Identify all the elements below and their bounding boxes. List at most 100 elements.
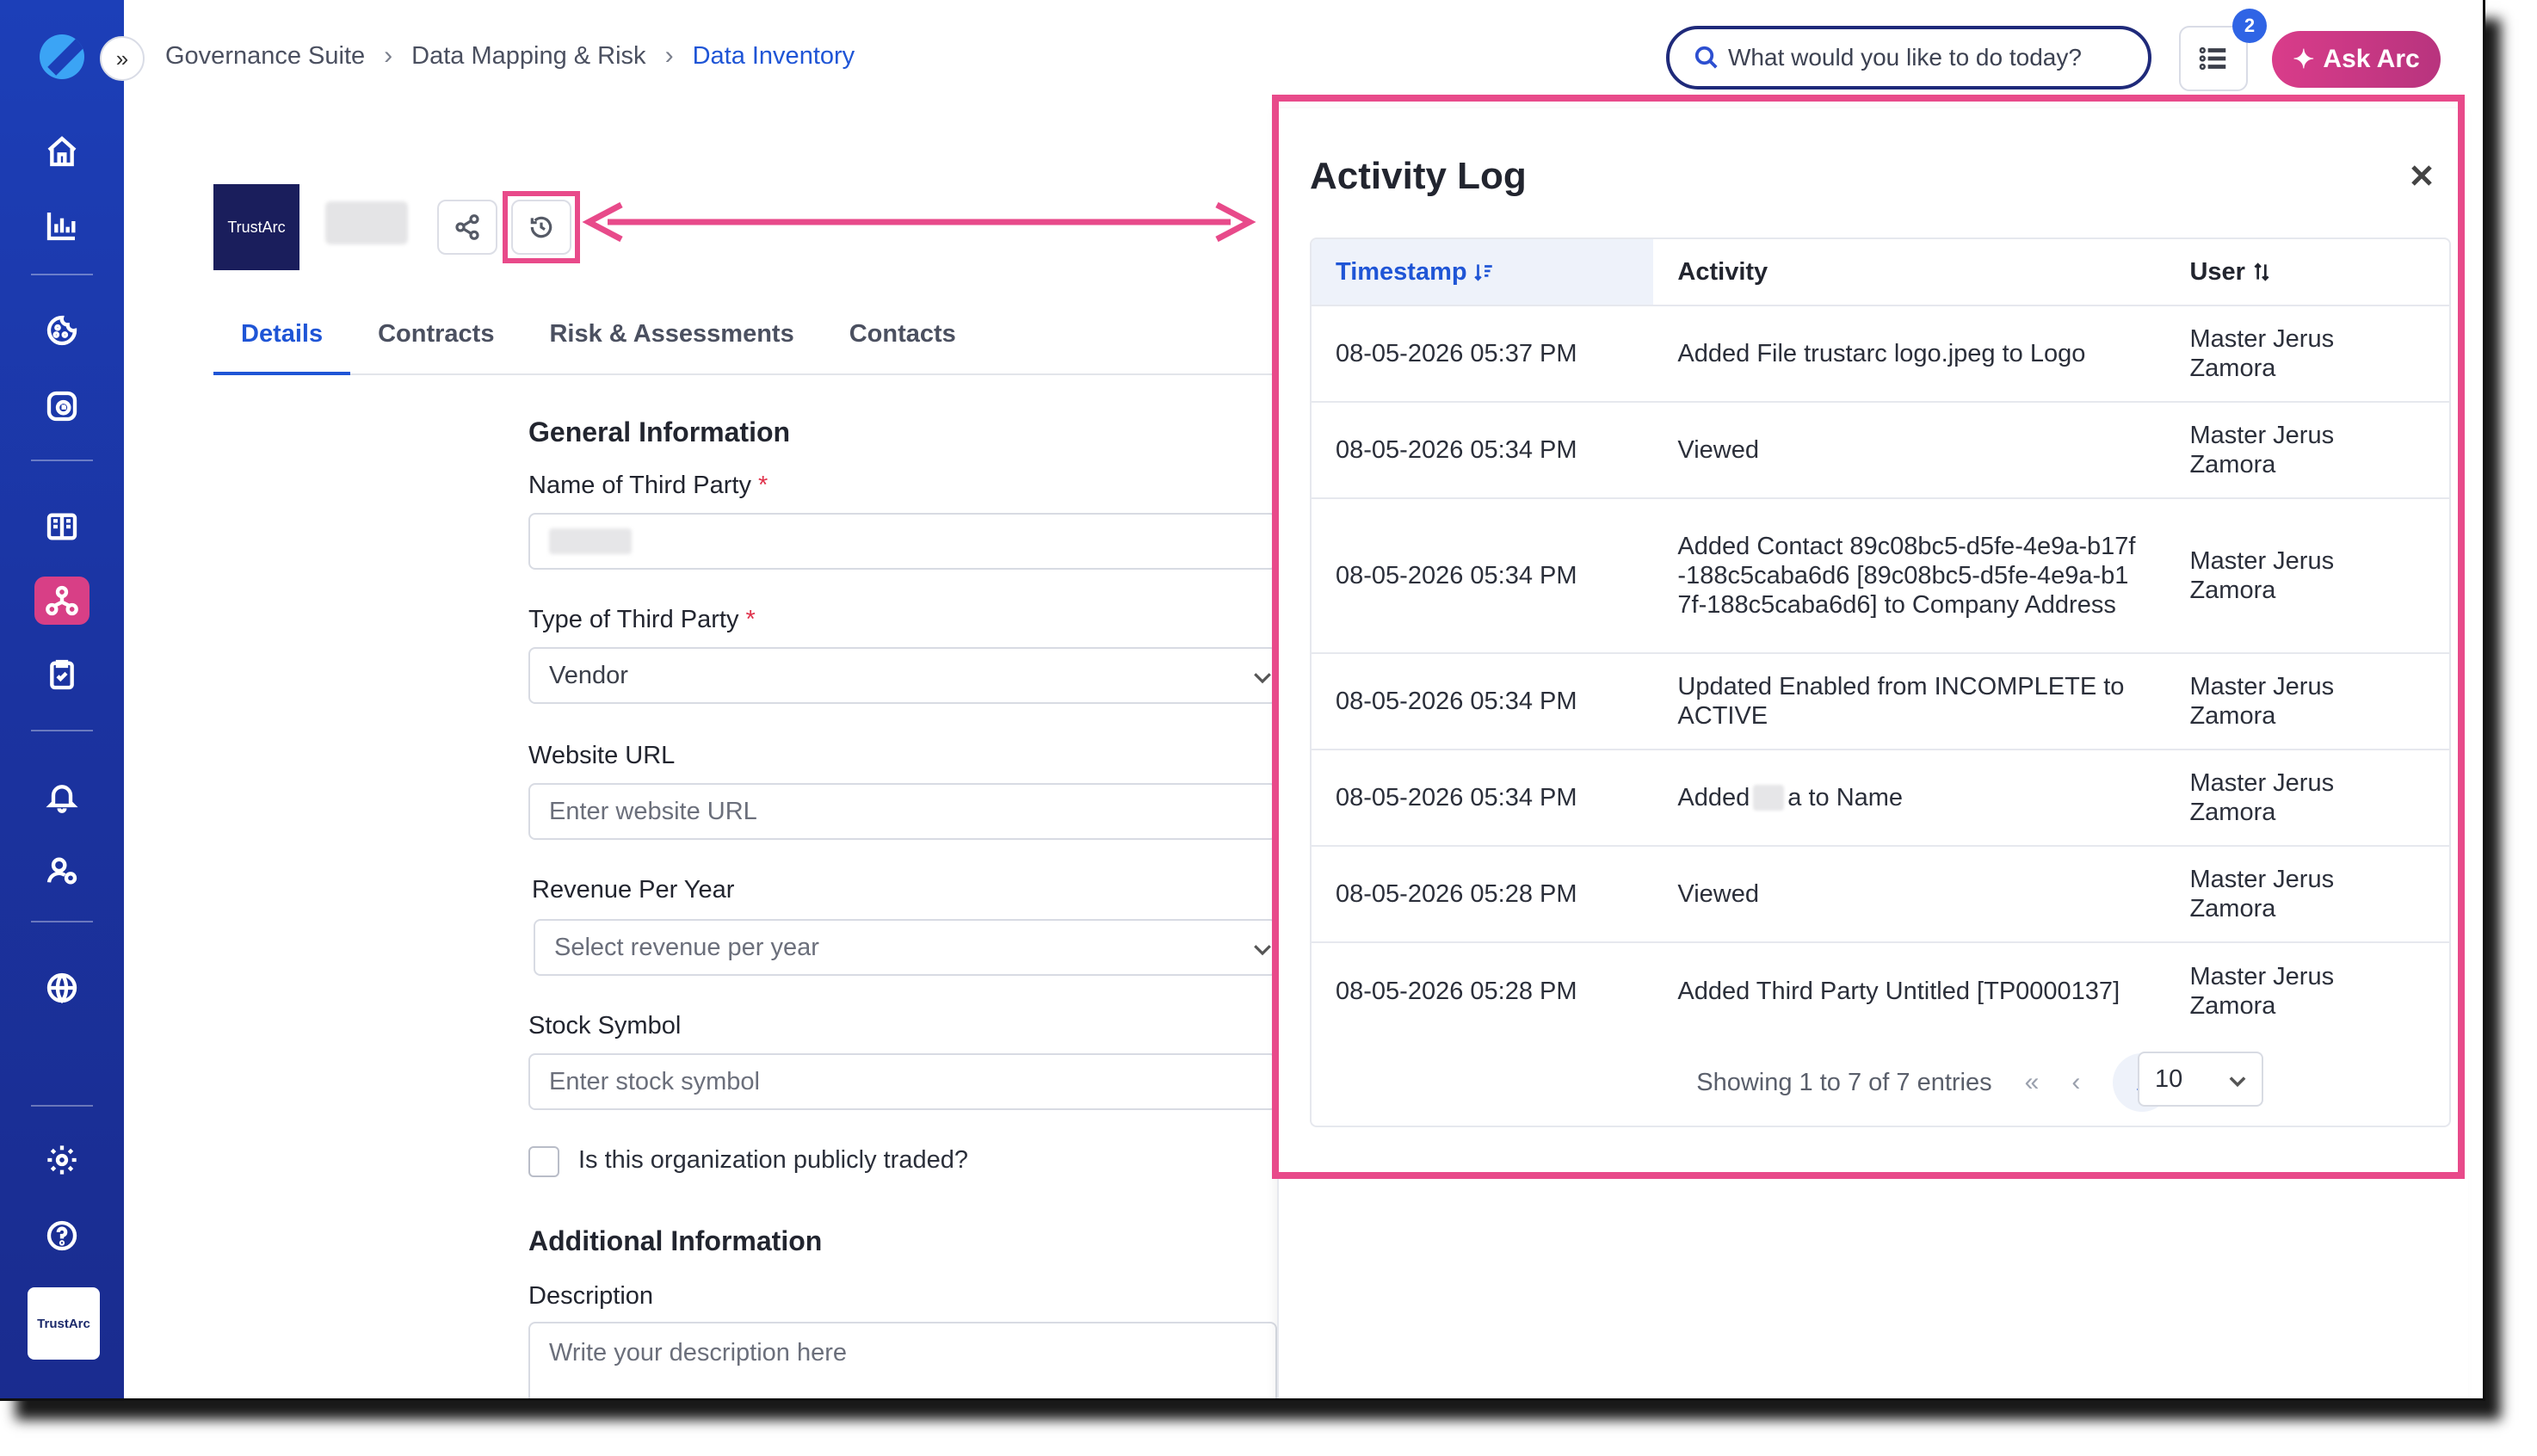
- name-value-redacted: [549, 528, 632, 554]
- share-icon: [455, 214, 479, 240]
- breadcrumb-data-mapping[interactable]: Data Mapping & Risk: [411, 42, 645, 71]
- table-row: 08-05-2026 05:34 PM Viewed Master Jerus …: [1312, 403, 2449, 499]
- search-input[interactable]: What would you like to do today?: [1666, 26, 2151, 89]
- timestamp-cell: 08-05-2026 05:34 PM: [1336, 436, 1577, 464]
- additional-information-title: Additional Information: [528, 1225, 823, 1256]
- sort-desc-icon: [1473, 264, 1492, 281]
- user-cell: Master Jerus Zamora: [2189, 422, 2335, 478]
- website-label: Website URL: [528, 742, 676, 769]
- tab-contacts[interactable]: Contacts: [822, 313, 984, 375]
- timestamp-cell: 08-05-2026 05:28 PM: [1336, 978, 1577, 1005]
- app-window: TrustArc » Governance Suite › Data Mappi…: [0, 0, 2485, 1401]
- chevron-right-icon: ›: [384, 41, 393, 70]
- help-icon[interactable]: [34, 1212, 90, 1260]
- publicly-traded-checkbox[interactable]: [528, 1146, 559, 1177]
- app-logo[interactable]: [40, 34, 84, 79]
- consent-icon[interactable]: [34, 382, 90, 430]
- ask-arc-label: Ask Arc: [2323, 45, 2420, 73]
- table-row: 08-05-2026 05:34 PM Added a to Name Mast…: [1312, 750, 2449, 847]
- description-field[interactable]: Write your description here: [528, 1322, 1277, 1398]
- home-icon[interactable]: [34, 127, 90, 176]
- user-settings-icon[interactable]: [34, 847, 90, 895]
- user-cell: Master Jerus Zamora: [2189, 866, 2335, 922]
- tab-details[interactable]: Details: [213, 313, 351, 375]
- assessment-icon[interactable]: [34, 651, 90, 699]
- activity-header: Activity: [1677, 257, 1768, 286]
- timestamp-cell: 08-05-2026 05:34 PM: [1336, 688, 1577, 715]
- annotation-double-arrow: [582, 201, 1256, 243]
- user-cell: Master Jerus Zamora: [2189, 547, 2335, 604]
- table-row: 08-05-2026 05:28 PM Viewed Master Jerus …: [1312, 847, 2449, 943]
- revenue-select[interactable]: Select revenue per year: [534, 919, 1277, 976]
- data-mapping-icon[interactable]: [34, 577, 90, 625]
- activity-cell: Added File trustarc logo.jpeg to Logo: [1677, 340, 2086, 367]
- chevron-right-icon: ›: [664, 41, 674, 70]
- sidebar: TrustArc: [0, 0, 124, 1398]
- name-field[interactable]: [528, 513, 1277, 570]
- tab-contracts[interactable]: Contracts: [350, 313, 522, 375]
- breadcrumb: Governance Suite › Data Mapping & Risk ›…: [165, 41, 855, 71]
- annotation-highlight-box: [503, 191, 580, 263]
- close-button[interactable]: [2404, 158, 2439, 193]
- detail-tabs: Details Contracts Risk & Assessments Con…: [213, 313, 1272, 375]
- user-cell: Master Jerus Zamora: [2189, 963, 2335, 1020]
- user-cell: Master Jerus Zamora: [2189, 769, 2335, 826]
- chevron-down-icon: [2229, 1077, 2246, 1088]
- panel-title: Activity Log: [1310, 155, 1527, 197]
- type-label: Type of Third Party *: [528, 606, 756, 633]
- activity-cell: Added Third Party Untitled [TP0000137]: [1677, 978, 2120, 1005]
- activity-cell: Added Contact 89c08bc5-d5fe-4e9a-b17f-18…: [1677, 533, 2136, 619]
- ask-arc-button[interactable]: ✦ Ask Arc: [2272, 31, 2441, 88]
- search-icon: [1694, 46, 1718, 69]
- description-label: Description: [528, 1282, 654, 1310]
- prev-page-button[interactable]: ‹: [2071, 1068, 2080, 1097]
- settings-icon[interactable]: [34, 1136, 90, 1184]
- notifications-icon[interactable]: [34, 773, 90, 821]
- timestamp-cell: 08-05-2026 05:34 PM: [1336, 784, 1577, 811]
- sort-icon: [2254, 262, 2269, 281]
- company-name-redacted: [325, 201, 408, 244]
- first-page-button[interactable]: «: [2025, 1068, 2040, 1097]
- search-placeholder: What would you like to do today?: [1728, 44, 2082, 71]
- sparkle-icon: ✦: [2293, 45, 2315, 74]
- activity-cell: Viewed: [1677, 880, 1759, 908]
- activity-cell: Updated Enabled from INCOMPLETE to ACTIV…: [1677, 673, 2125, 730]
- revenue-label: Revenue Per Year: [532, 876, 735, 904]
- notification-badge: 2: [2232, 9, 2267, 43]
- stock-label: Stock Symbol: [528, 1012, 682, 1040]
- user-cell: Master Jerus Zamora: [2189, 325, 2335, 382]
- pagination: Showing 1 to 7 of 7 entries « ‹ 1 › »: [1312, 1040, 2449, 1126]
- timestamp-cell: 08-05-2026 05:28 PM: [1336, 880, 1577, 908]
- general-information-title: General Information: [528, 416, 791, 447]
- chevron-down-icon: [1254, 673, 1271, 684]
- share-button[interactable]: [437, 200, 497, 255]
- expand-sidebar-button[interactable]: »: [100, 36, 145, 81]
- stock-field[interactable]: Enter stock symbol: [528, 1053, 1277, 1110]
- table-row: 08-05-2026 05:34 PM Added Contact 89c08b…: [1312, 499, 2449, 654]
- tab-risk-assessments[interactable]: Risk & Assessments: [522, 313, 821, 375]
- activity-log-table: Timestamp Activity User 08-05-2026 05:37…: [1310, 238, 2451, 1127]
- table-row: 08-05-2026 05:28 PM Added Third Party Un…: [1312, 943, 2449, 1040]
- table-row: 08-05-2026 05:34 PM Updated Enabled from…: [1312, 654, 2449, 750]
- user-cell: Master Jerus Zamora: [2189, 673, 2335, 730]
- cookie-icon[interactable]: [34, 306, 90, 355]
- website-field[interactable]: Enter website URL: [528, 783, 1277, 840]
- timestamp-header[interactable]: Timestamp: [1312, 239, 1654, 305]
- breadcrumb-governance-suite[interactable]: Governance Suite: [165, 42, 365, 71]
- type-select[interactable]: Vendor: [528, 647, 1277, 704]
- close-icon: [2411, 165, 2432, 186]
- table-row: 08-05-2026 05:37 PM Added File trustarc …: [1312, 306, 2449, 403]
- chevron-down-icon: [1254, 945, 1271, 956]
- global-icon[interactable]: [34, 964, 90, 1012]
- publicly-traded-label: Is this organization publicly traded?: [578, 1146, 968, 1174]
- catalog-icon[interactable]: [34, 503, 90, 551]
- breadcrumb-data-inventory[interactable]: Data Inventory: [693, 42, 855, 71]
- page-size-select[interactable]: 10: [2138, 1052, 2263, 1107]
- table-header: Timestamp Activity User: [1312, 239, 2449, 306]
- timestamp-cell: 08-05-2026 05:37 PM: [1336, 340, 1577, 367]
- activity-cell: Added a to Name: [1677, 784, 1904, 811]
- list-icon: [2199, 46, 2226, 71]
- timestamp-cell: 08-05-2026 05:34 PM: [1336, 562, 1577, 589]
- user-header[interactable]: User: [2165, 239, 2449, 305]
- analytics-icon[interactable]: [34, 201, 90, 250]
